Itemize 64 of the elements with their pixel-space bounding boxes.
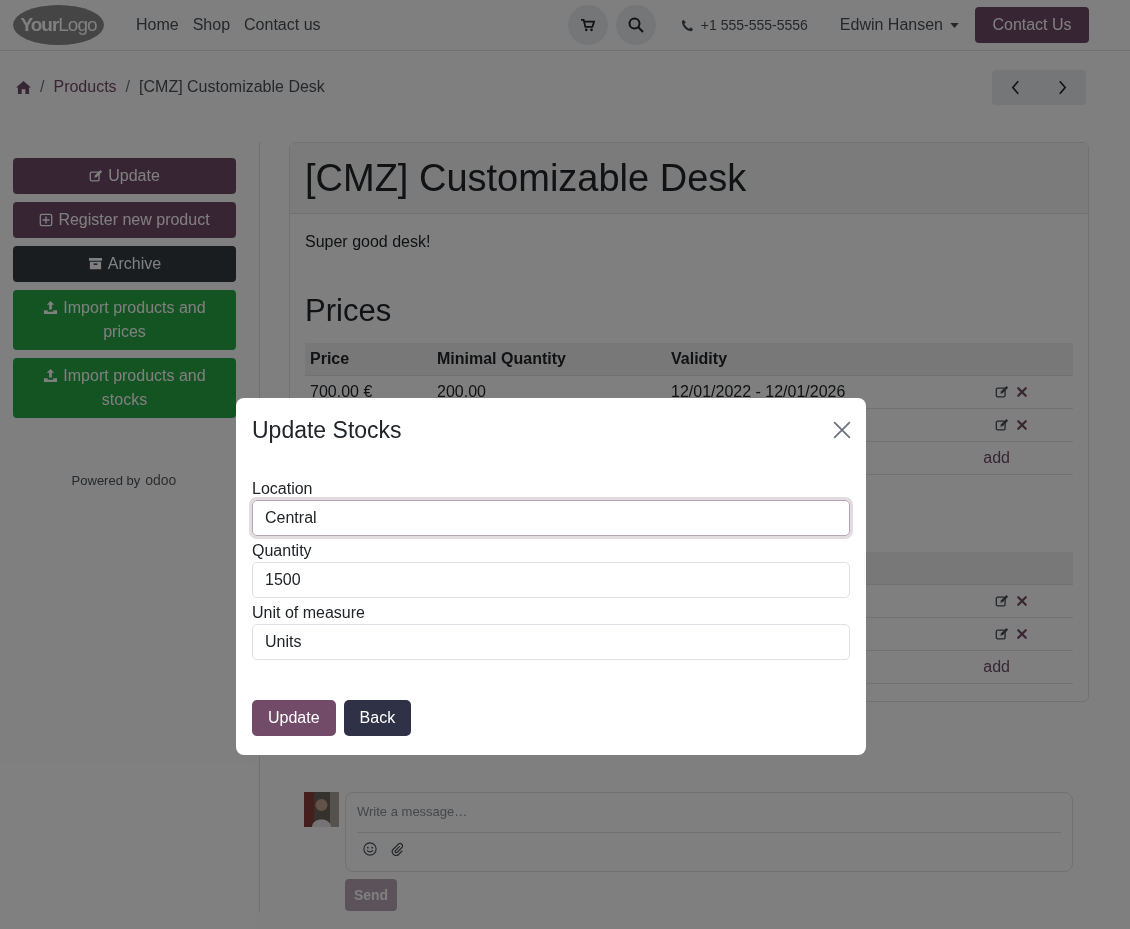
column-header: Validity <box>671 348 729 369</box>
home-icon[interactable] <box>16 80 31 94</box>
close-icon <box>833 421 851 439</box>
breadcrumb-link[interactable]: [CMZ] Customizable Desk <box>139 75 325 99</box>
nav-link[interactable]: Contact us <box>244 13 321 37</box>
edit-icon[interactable] <box>995 593 1009 608</box>
table-cell-text: 12/01/2022 - 12/01/2026 <box>671 381 847 402</box>
add-link[interactable]: add <box>983 654 1010 679</box>
cart-icon <box>580 18 595 32</box>
product-title: [CMZ] Customizable Desk <box>305 155 747 201</box>
brand-logo: odoo <box>145 471 177 490</box>
delete-icon[interactable] <box>1016 594 1028 607</box>
nav-link[interactable]: Home <box>136 13 179 37</box>
input-field[interactable]: 1500 <box>252 562 850 598</box>
sidebar-button[interactable]: Update <box>13 158 236 194</box>
nav-link[interactable]: Shop <box>192 13 231 37</box>
upload-icon <box>43 300 59 315</box>
archive-icon <box>87 256 103 271</box>
input-field[interactable]: Central <box>252 500 850 536</box>
field-label: Quantity <box>252 542 313 560</box>
phone-icon <box>680 18 694 32</box>
paperclip-icon[interactable] <box>390 841 404 856</box>
search-button[interactable] <box>615 5 656 45</box>
sidebar-button[interactable]: Register new product <box>13 202 236 238</box>
chevron-right-icon <box>1058 79 1067 95</box>
delete-icon[interactable] <box>1016 627 1028 640</box>
edit-icon[interactable] <box>995 384 1009 399</box>
cart-button[interactable] <box>567 5 608 45</box>
table-cell-text: 700.00 € <box>310 381 374 402</box>
close-button[interactable] <box>832 420 852 440</box>
breadcrumb-separator: / <box>40 77 45 97</box>
edit-icon[interactable] <box>995 417 1009 432</box>
field-label: Unit of measure <box>252 604 366 622</box>
sidebar-button[interactable]: Import products and stocks <box>13 358 236 418</box>
field-label: Location <box>252 480 314 498</box>
chevron-left-icon <box>1011 79 1020 95</box>
delete-icon[interactable] <box>1016 385 1028 398</box>
emoji-icon[interactable] <box>363 841 377 856</box>
plus-square-icon <box>39 213 54 227</box>
caret-icon <box>950 22 959 28</box>
add-link[interactable]: add <box>983 445 1010 470</box>
message-field[interactable]: Write a message… <box>345 792 1073 872</box>
user-menu[interactable]: Edwin Hansen <box>839 13 959 37</box>
search-icon <box>627 17 644 33</box>
dialog-title: Update Stocks <box>252 415 402 445</box>
powered-by-text: Powered by <box>71 472 141 490</box>
breadcrumb-link[interactable]: Products <box>53 75 117 99</box>
phone-number: +1 555-555-5556 <box>700 15 808 35</box>
delete-icon[interactable] <box>1016 418 1028 431</box>
sidebar-button[interactable]: Archive <box>13 246 236 282</box>
section-heading: Prices <box>305 292 393 330</box>
upload-icon <box>43 368 59 383</box>
sidebar-button[interactable]: Import products and prices <box>13 290 236 350</box>
dialog-button[interactable]: Back <box>343 700 412 736</box>
edit-icon <box>89 169 104 183</box>
breadcrumb-separator: / <box>125 77 131 97</box>
input-field[interactable]: Units <box>252 624 850 660</box>
table-cell-text: 200.00 <box>437 381 487 402</box>
column-header: Price <box>310 348 351 369</box>
product-description: Super good desk! <box>305 232 432 252</box>
dialog-button[interactable]: Update <box>252 700 336 736</box>
contact-button[interactable]: Contact Us <box>975 7 1089 43</box>
column-header: Minimal Quantity <box>437 348 567 369</box>
edit-icon[interactable] <box>995 626 1009 641</box>
